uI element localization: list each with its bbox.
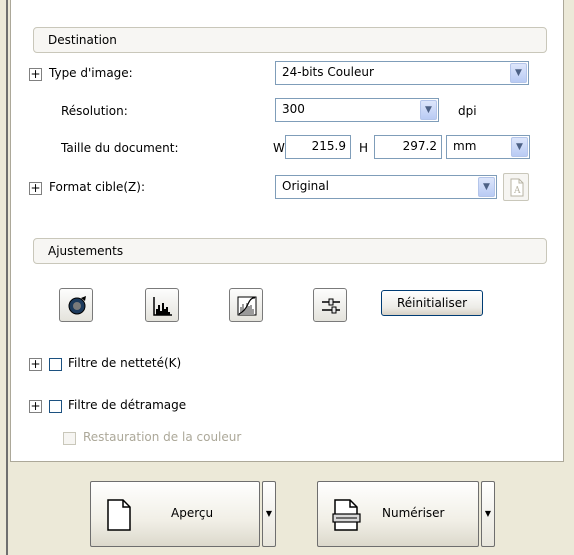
preview-dropdown-button[interactable]: ▼ xyxy=(262,481,276,547)
width-value: 215.9 xyxy=(311,139,346,153)
color-balance-button[interactable] xyxy=(313,288,347,322)
color-restore-label: Restauration de la couleur xyxy=(83,430,242,444)
size-unit-select[interactable]: mm ▼ xyxy=(446,135,530,159)
doc-size-label: Taille du document: xyxy=(61,141,179,155)
reset-button-label: Réinitialiser xyxy=(396,296,468,310)
adjustments-header-label: Ajustements xyxy=(48,244,124,258)
expand-image-type-icon[interactable]: + xyxy=(29,68,42,81)
scan-button[interactable]: Numériser xyxy=(317,481,479,547)
expand-descreen-icon[interactable]: + xyxy=(29,400,42,413)
scan-dropdown-button[interactable]: ▼ xyxy=(481,481,495,547)
height-label: H xyxy=(359,141,369,155)
resolution-label: Résolution: xyxy=(61,104,128,118)
svg-text:A: A xyxy=(513,186,521,196)
settings-panel: Destination + Type d'image: 24-bits Coul… xyxy=(10,0,564,462)
chevron-down-icon[interactable]: ▼ xyxy=(420,100,437,120)
tone-curve-icon xyxy=(237,296,257,316)
destination-header: Destination xyxy=(33,27,547,53)
chevron-down-icon: ▼ xyxy=(265,509,273,518)
sharpen-checkbox[interactable] xyxy=(49,358,62,371)
auto-exposure-icon xyxy=(68,296,86,315)
image-type-select[interactable]: 24-bits Couleur ▼ xyxy=(275,61,529,85)
tone-curve-button[interactable] xyxy=(229,288,263,322)
descreen-checkbox[interactable] xyxy=(49,400,62,413)
width-label: W xyxy=(273,141,285,155)
resolution-select[interactable]: 300 ▼ xyxy=(275,98,439,122)
preview-button[interactable]: Aperçu xyxy=(90,481,260,547)
target-format-select[interactable]: Original ▼ xyxy=(275,175,497,199)
histogram-icon xyxy=(153,297,172,316)
descreen-label: Filtre de détramage xyxy=(68,398,187,412)
chevron-down-icon[interactable]: ▼ xyxy=(511,137,528,157)
expand-sharpen-icon[interactable]: + xyxy=(29,358,42,371)
height-field[interactable]: 297.2 xyxy=(374,135,442,159)
auto-exposure-button[interactable] xyxy=(59,288,93,322)
color-balance-icon xyxy=(322,298,340,314)
width-field[interactable]: 215.9 xyxy=(285,135,351,159)
scan-document-icon xyxy=(332,499,361,531)
chevron-down-icon[interactable]: ▼ xyxy=(478,177,495,197)
target-format-value: Original xyxy=(282,179,329,193)
sharpen-label: Filtre de netteté(K) xyxy=(68,356,182,370)
chevron-down-icon: ▼ xyxy=(484,509,492,518)
color-restore-checkbox xyxy=(63,432,76,445)
page-orientation-icon: A xyxy=(510,178,524,197)
scan-label: Numériser xyxy=(382,506,445,520)
orientation-button[interactable]: A xyxy=(503,173,529,201)
height-value: 297.2 xyxy=(402,139,437,153)
reset-button[interactable]: Réinitialiser xyxy=(381,290,483,316)
resolution-value: 300 xyxy=(282,102,305,116)
preview-label: Aperçu xyxy=(171,506,214,520)
histogram-button[interactable] xyxy=(145,288,179,322)
left-border xyxy=(0,0,8,555)
target-format-label: Format cible(Z): xyxy=(49,180,145,194)
size-unit-value: mm xyxy=(453,139,477,153)
adjustments-header: Ajustements xyxy=(33,238,547,264)
expand-target-format-icon[interactable]: + xyxy=(29,182,42,195)
image-type-label: Type d'image: xyxy=(49,66,133,80)
chevron-down-icon[interactable]: ▼ xyxy=(510,63,527,83)
image-type-value: 24-bits Couleur xyxy=(282,65,374,79)
destination-header-label: Destination xyxy=(48,33,117,47)
resolution-unit: dpi xyxy=(458,104,477,118)
document-icon xyxy=(107,499,131,531)
